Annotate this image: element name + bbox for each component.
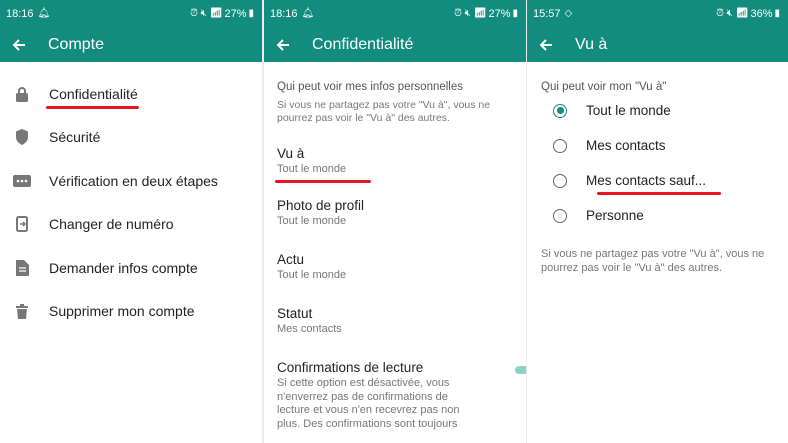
status-bar: 18:16 🔔︎ ⏰︎ 🔇︎ 📶︎ 27% ▮ <box>0 0 262 28</box>
option-nobody[interactable]: Personne <box>541 198 774 233</box>
read-receipts-toggle[interactable] <box>515 364 526 376</box>
setting-value: Tout le monde <box>277 163 347 175</box>
option-everyone[interactable]: Tout le monde <box>541 93 774 128</box>
setting-title: Statut <box>277 306 313 321</box>
red-underline-annotation <box>597 192 721 195</box>
back-arrow-icon[interactable] <box>274 36 292 54</box>
red-underline-annotation <box>275 180 371 183</box>
last-seen-screen: 15:57 ◇ ⏰︎ 🔇︎ 📶︎ 36% ▮ Vu à Qui peut voir m… <box>527 0 788 443</box>
setting-last-seen[interactable]: Vu à Tout le monde <box>275 146 513 183</box>
document-icon <box>12 258 32 278</box>
battery-level: 27% <box>224 8 247 20</box>
menu-item-label: Changer de numéro <box>49 216 174 233</box>
battery-level: 36% <box>750 8 773 20</box>
shield-icon <box>12 127 32 147</box>
menu-item-label: Vérification en deux étapes <box>49 172 218 189</box>
setting-about[interactable]: Actu Tout le monde <box>277 252 513 281</box>
radio-button[interactable] <box>553 138 567 153</box>
menu-item-privacy[interactable]: Confidentialité <box>0 72 262 116</box>
app-bar: Confidentialité <box>264 28 526 62</box>
setting-profile-photo[interactable]: Photo de profil Tout le monde <box>277 198 513 227</box>
phone-change-icon <box>12 214 32 234</box>
privacy-settings: Qui peut voir mes infos personnelles Si … <box>264 81 526 431</box>
status-time: 15:57 <box>533 8 561 20</box>
notification-icon: 🔔︎ <box>37 8 51 19</box>
status-icons: ⏰︎ 🔇︎ 📶︎ <box>716 8 749 19</box>
option-label: Mes contacts <box>586 138 666 153</box>
radio-button[interactable] <box>553 208 567 223</box>
setting-read-receipts[interactable]: Confirmations de lecture Si cette option… <box>277 360 526 431</box>
page-title: Vu à <box>575 36 608 53</box>
setting-value: Tout le monde <box>277 215 347 227</box>
battery-icon: ▮ <box>774 8 780 19</box>
option-my-contacts-except[interactable]: Mes contacts sauf... <box>541 163 774 198</box>
status-time: 18:16 <box>270 8 298 20</box>
back-arrow-icon[interactable] <box>10 36 28 54</box>
option-my-contacts[interactable]: Mes contacts <box>541 128 774 163</box>
menu-item-label: Sécurité <box>49 129 101 146</box>
menu-item-label: Supprimer mon compte <box>49 303 195 320</box>
dots-icon <box>12 171 32 191</box>
app-bar: Vu à <box>527 28 788 62</box>
setting-value: Mes contacts <box>277 323 342 335</box>
option-label: Tout le monde <box>586 103 671 118</box>
setting-title: Actu <box>277 252 305 267</box>
red-underline-annotation <box>46 106 139 109</box>
menu-item-change-number[interactable]: Changer de numéro <box>0 203 262 247</box>
toggle-track <box>515 366 526 374</box>
trash-icon <box>12 301 32 321</box>
menu-item-request-info[interactable]: Demander infos compte <box>0 246 262 290</box>
setting-value: Tout le monde <box>277 269 347 281</box>
option-label: Mes contacts sauf... <box>586 173 707 188</box>
setting-status[interactable]: Statut Mes contacts <box>277 306 513 335</box>
status-icons: ⏰︎ 🔇︎ 📶︎ <box>454 8 487 19</box>
battery-icon: ▮ <box>248 8 254 19</box>
setting-description: Si cette option est désactivée, vous n'e… <box>277 377 460 430</box>
battery-icon: ▮ <box>512 8 518 19</box>
account-screen: 18:16 🔔︎ ⏰︎ 🔇︎ 📶︎ 27% ▮ Compte Confidential… <box>0 0 262 443</box>
section-title: Qui peut voir mon "Vu à" <box>541 81 667 93</box>
radio-button-selected[interactable] <box>553 103 567 118</box>
back-arrow-icon[interactable] <box>537 36 555 54</box>
status-time: 18:16 <box>6 8 34 20</box>
page-title: Compte <box>48 36 105 53</box>
wifi-icon: ◇ <box>564 8 573 19</box>
menu-item-label: Confidentialité <box>49 85 138 102</box>
menu-item-two-step[interactable]: Vérification en deux étapes <box>0 159 262 203</box>
app-bar: Compte <box>0 28 262 62</box>
section-title: Qui peut voir mes infos personnelles <box>277 81 464 93</box>
setting-title: Photo de profil <box>277 198 365 213</box>
lock-icon <box>12 84 32 104</box>
notification-icon: 🔔︎ <box>301 8 315 19</box>
setting-title: Vu à <box>277 146 305 161</box>
setting-title: Confirmations de lecture <box>277 360 424 375</box>
account-menu: Confidentialité Sécurité Vérification en… <box>0 62 262 333</box>
menu-item-security[interactable]: Sécurité <box>0 116 262 160</box>
radio-button[interactable] <box>553 173 567 188</box>
status-bar: 18:16 🔔︎ ⏰︎ 🔇︎ 📶︎ 27% ▮ <box>264 0 526 28</box>
menu-item-delete-account[interactable]: Supprimer mon compte <box>0 290 262 334</box>
option-label: Personne <box>586 208 644 223</box>
screenshots-collage: 18:16 🔔︎ ⏰︎ 🔇︎ 📶︎ 27% ▮ Compte Confidential… <box>0 0 788 443</box>
menu-item-label: Demander infos compte <box>49 259 198 276</box>
section-note: Si vous ne partagez pas votre "Vu à", vo… <box>277 99 491 124</box>
battery-level: 27% <box>488 8 511 20</box>
privacy-screen: 18:16 🔔︎ ⏰︎ 🔇︎ 📶︎ 27% ▮ Confidentialité Qui… <box>264 0 526 443</box>
page-title: Confidentialité <box>312 36 414 53</box>
status-bar: 15:57 ◇ ⏰︎ 🔇︎ 📶︎ 36% ▮ <box>527 0 788 28</box>
last-seen-options: Qui peut voir mon "Vu à" Tout le monde M… <box>527 81 788 275</box>
option-note: Si vous ne partagez pas votre "Vu à", vo… <box>541 248 765 274</box>
status-icons: ⏰︎ 🔇︎ 📶︎ <box>190 8 223 19</box>
